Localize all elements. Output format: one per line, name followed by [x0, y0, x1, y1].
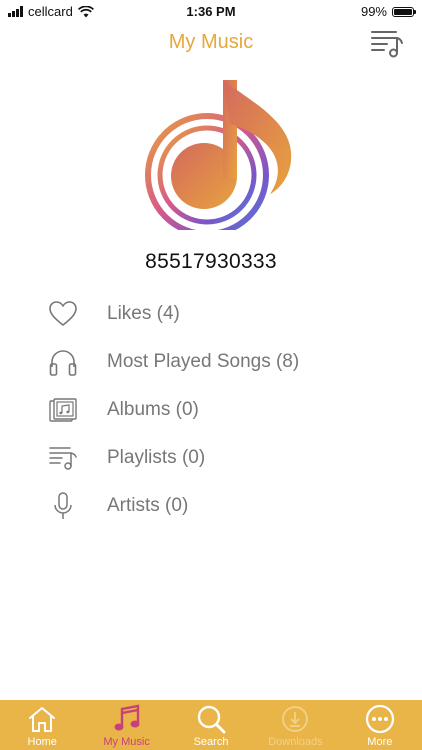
tab-home[interactable]: Home	[0, 700, 84, 750]
download-icon	[279, 704, 311, 734]
heart-icon	[46, 297, 80, 331]
music-note-logo	[140, 78, 300, 237]
menu-item-label: Playlists (0)	[107, 447, 206, 468]
tab-label: My Music	[103, 736, 150, 748]
music-note-icon	[111, 704, 143, 734]
tab-label: Downloads	[268, 736, 323, 748]
status-bar: cellcard 1:36 PM 99%	[0, 0, 422, 22]
menu-item-label: Artists (0)	[107, 495, 189, 516]
battery-percent: 99%	[360, 4, 387, 19]
tab-downloads[interactable]: Downloads	[253, 700, 337, 750]
battery-icon	[392, 6, 416, 17]
more-icon	[364, 704, 396, 734]
menu-item-artists[interactable]: Artists (0)	[0, 482, 422, 530]
status-right: 99%	[360, 4, 416, 19]
tab-my-music[interactable]: My Music	[84, 700, 168, 750]
menu-item-label: Likes (4)	[107, 303, 180, 324]
tab-bar: Home My Music Search Downloads More	[0, 700, 422, 750]
music-note-logo-icon	[145, 80, 292, 237]
tab-label: Home	[27, 736, 57, 748]
search-icon	[195, 704, 227, 734]
tab-label: Search	[193, 736, 229, 748]
status-time: 1:36 PM	[186, 4, 236, 19]
album-icon	[46, 393, 80, 427]
menu-item-label: Albums (0)	[107, 399, 199, 420]
playlist-music-icon	[371, 31, 403, 58]
playlist-icon	[46, 441, 80, 475]
microphone-icon	[46, 489, 80, 523]
page-title: My Music	[168, 31, 254, 53]
menu-item-label: Most Played Songs (8)	[107, 351, 300, 372]
home-icon	[26, 704, 58, 734]
menu-item-likes[interactable]: Likes (4)	[0, 290, 422, 338]
tab-more[interactable]: More	[338, 700, 422, 750]
tab-search[interactable]: Search	[169, 700, 253, 750]
headphones-icon	[46, 345, 80, 379]
menu-item-playlists[interactable]: Playlists (0)	[0, 434, 422, 482]
playlist-music-button[interactable]	[370, 28, 404, 58]
menu-item-most-played[interactable]: Most Played Songs (8)	[0, 338, 422, 386]
menu-item-albums[interactable]: Albums (0)	[0, 386, 422, 434]
tab-label: More	[367, 736, 393, 748]
account-number: 85517930333	[145, 250, 277, 273]
battery-fill	[394, 8, 412, 15]
